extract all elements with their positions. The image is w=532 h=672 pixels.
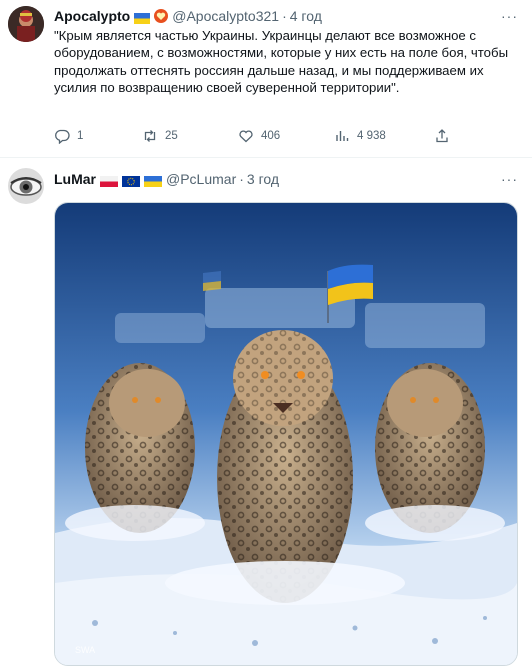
tweet-header: LuMar @PcLumar · 3 год [54,171,279,187]
timestamp[interactable]: 4 год [290,8,322,24]
author-handle[interactable]: @Apocalypto321 [172,8,279,24]
share-button[interactable] [434,128,450,144]
reply-count: 1 [77,130,84,142]
heart-icon [239,130,253,143]
like-button[interactable]: 406 [238,128,334,144]
avatar[interactable] [8,6,44,42]
retweet-count: 25 [165,130,178,142]
timestamp[interactable]: 3 год [247,171,279,187]
views-count: 4 938 [357,130,386,142]
ukraine-flag-icon [144,174,162,187]
tweet-lumar[interactable]: LuMar @PcLumar · 3 год ··· SWA [0,158,532,672]
views-button[interactable]: 4 938 [334,128,434,144]
tweet-header: Apocalypto @Apocalypto321 · 4 год [54,8,322,24]
reply-button[interactable]: 1 [54,128,142,144]
reply-icon [55,129,70,144]
like-count: 406 [261,130,281,142]
share-icon [436,129,448,143]
heart-badge-icon [154,9,169,23]
tweet-text: "Крым является частью Украины. Украинцы … [54,28,509,96]
snow-leopards-illustration: SWA [55,203,517,665]
separator: · [282,8,287,24]
action-bar: 1 25 406 4 938 [54,128,504,144]
poland-flag-icon [100,174,118,187]
avatar[interactable] [8,168,44,204]
retweet-icon [144,130,156,142]
views-icon [336,131,349,141]
retweet-button[interactable]: 25 [142,128,238,144]
author-name[interactable]: Apocalypto [54,8,130,24]
author-name[interactable]: LuMar [54,171,96,187]
image-watermark: SWA [75,645,95,655]
ukraine-flag-icon [134,11,151,24]
eu-flag-icon [122,174,140,187]
separator: · [239,171,244,187]
more-options-icon[interactable]: ··· [501,8,518,24]
tweet-image[interactable]: SWA [54,202,518,666]
tweet-apocalypto[interactable]: Apocalypto @Apocalypto321 · 4 год ··· "К… [0,0,532,158]
author-handle[interactable]: @PcLumar [166,171,236,187]
more-options-icon[interactable]: ··· [501,171,518,187]
